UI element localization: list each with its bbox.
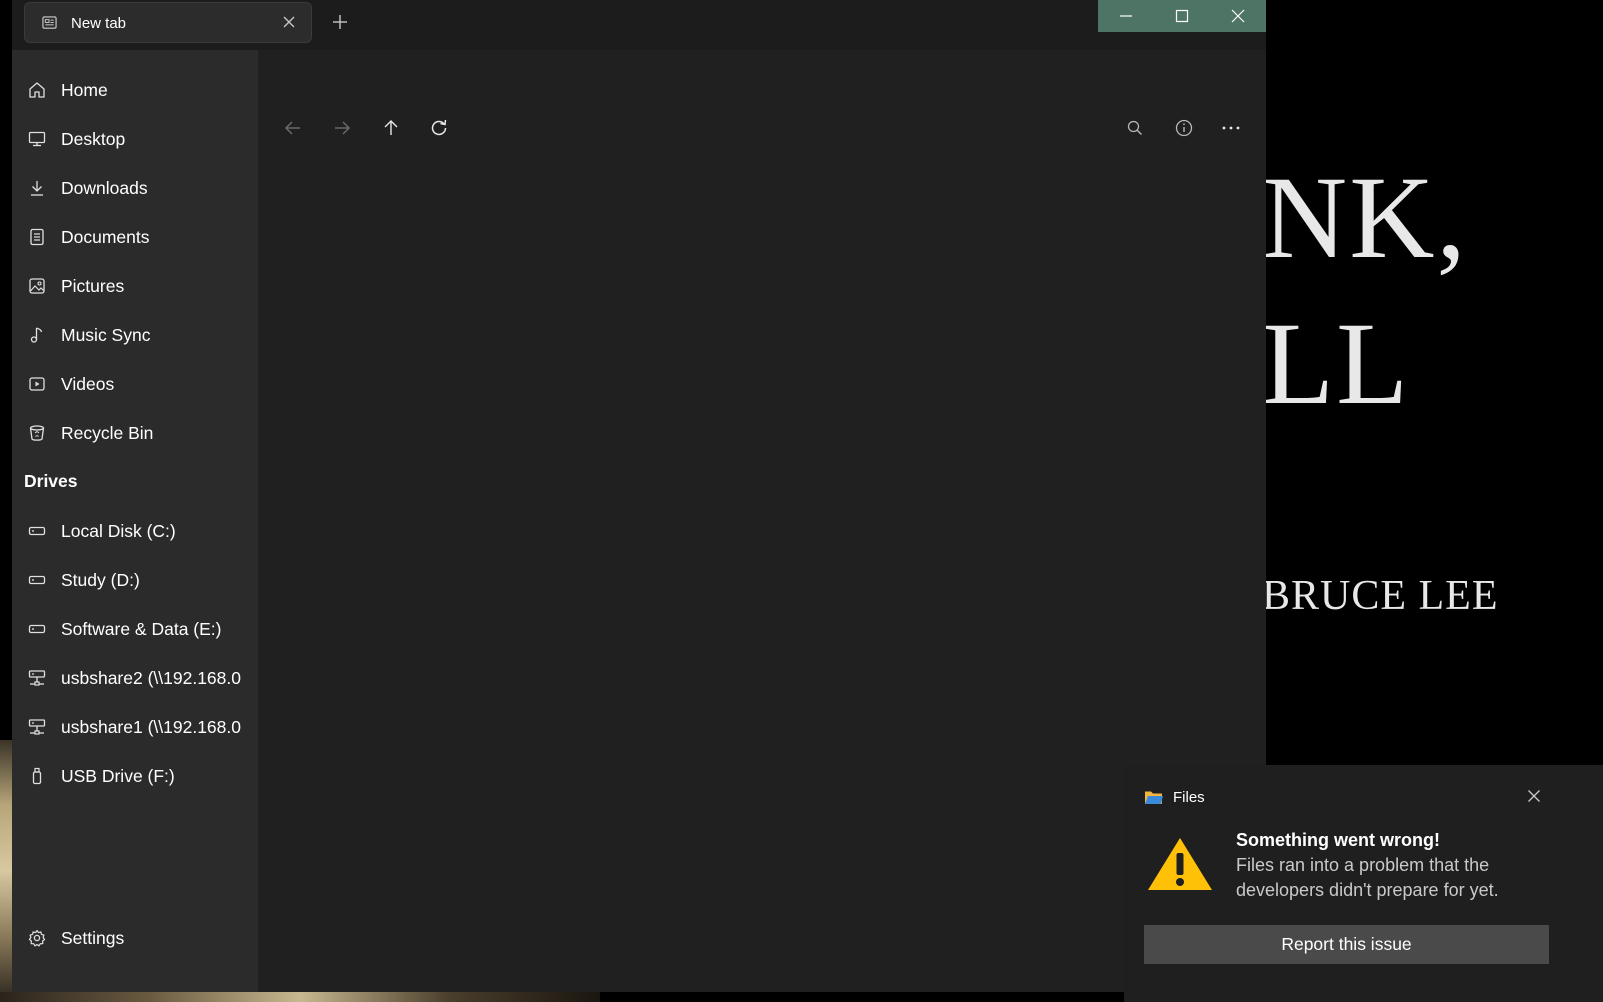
sidebar-item-documents[interactable]: Documents xyxy=(12,215,258,259)
sidebar-item-desktop[interactable]: Desktop xyxy=(12,117,258,161)
add-tab-icon[interactable] xyxy=(330,12,350,32)
up-arrow-icon[interactable] xyxy=(380,117,402,139)
sidebar-item-label: Downloads xyxy=(61,177,148,198)
tab-label: New tab xyxy=(71,15,127,32)
sidebar-item-pictures[interactable]: Pictures xyxy=(12,264,258,308)
drive-icon xyxy=(28,624,46,634)
sidebar-item-label: Home xyxy=(61,79,108,100)
close-icon xyxy=(1231,9,1245,23)
sidebar-item-software-data-e[interactable]: Software & Data (E:) xyxy=(12,607,258,651)
sidebar-item-usbshare1[interactable]: usbshare1 (\\192.168.0 xyxy=(12,705,258,749)
refresh-icon[interactable] xyxy=(428,117,450,139)
maximize-button[interactable] xyxy=(1154,0,1210,32)
back-arrow-icon[interactable] xyxy=(282,117,304,139)
sidebar-item-home[interactable]: Home xyxy=(12,68,258,112)
sidebar-item-label: Videos xyxy=(61,373,115,394)
sidebar-item-label: Software & Data (E:) xyxy=(61,618,222,639)
toast-message: Files ran into a problem that the develo… xyxy=(1236,855,1499,900)
warning-icon xyxy=(1148,838,1212,890)
search-icon[interactable] xyxy=(1124,117,1146,139)
sidebar-item-label: USB Drive (F:) xyxy=(61,765,175,786)
picture-icon xyxy=(29,278,45,294)
info-icon[interactable] xyxy=(1173,117,1195,139)
minimize-icon xyxy=(1120,15,1132,17)
music-note-icon xyxy=(30,327,43,343)
sidebar-item-usb-drive-f[interactable]: USB Drive (F:) xyxy=(12,754,258,798)
sidebar-item-recycle-bin[interactable]: Recycle Bin xyxy=(12,411,258,455)
document-icon xyxy=(30,228,44,246)
main-content xyxy=(258,50,1266,992)
sidebar: Home Desktop Downloads Documents Picture… xyxy=(12,50,258,992)
usb-drive-icon xyxy=(32,767,42,785)
folder-app-icon xyxy=(1145,791,1163,804)
sidebar-item-label: Documents xyxy=(61,226,150,247)
sidebar-item-label: Study (D:) xyxy=(61,569,140,590)
download-icon xyxy=(31,181,43,196)
recycle-bin-icon xyxy=(29,425,45,441)
tab-new-tab[interactable]: New tab xyxy=(24,2,312,43)
sidebar-item-study-d[interactable]: Study (D:) xyxy=(12,558,258,602)
gear-icon xyxy=(28,929,46,947)
more-options-icon[interactable] xyxy=(1220,117,1242,139)
error-toast-notification: Files Something went wrong! Files ran in… xyxy=(1124,765,1603,1002)
sidebar-item-downloads[interactable]: Downloads xyxy=(12,166,258,210)
drive-icon xyxy=(28,575,46,585)
sidebar-item-local-disk-c[interactable]: Local Disk (C:) xyxy=(12,509,258,553)
network-drive-icon xyxy=(28,719,46,735)
network-drive-icon xyxy=(28,670,46,686)
sidebar-item-settings[interactable]: Settings xyxy=(12,916,258,960)
forward-arrow-icon[interactable] xyxy=(331,117,353,139)
minimize-button[interactable] xyxy=(1098,0,1154,32)
sidebar-item-label: Settings xyxy=(61,927,125,948)
sidebar-item-label: usbshare1 (\\192.168.0 xyxy=(61,716,241,737)
sidebar-item-label: Recycle Bin xyxy=(61,422,154,443)
wallpaper-text-line2: LL xyxy=(1262,298,1411,429)
close-tab-icon[interactable] xyxy=(281,14,297,30)
report-issue-button[interactable]: Report this issue xyxy=(1144,925,1549,964)
files-app-window: New tab Home Desktop Downloads Documents… xyxy=(12,0,1266,992)
window-caption-buttons xyxy=(1098,0,1266,32)
wallpaper-text-line3: BRUCE LEE xyxy=(1262,573,1499,619)
title-bar: New tab xyxy=(12,0,1266,50)
sidebar-item-label: Pictures xyxy=(61,275,125,296)
sidebar-item-label: Desktop xyxy=(61,128,126,149)
wallpaper-text-line1: NK, xyxy=(1262,152,1468,283)
sidebar-item-label: Music Sync xyxy=(61,324,151,345)
wallpaper-photo-bottom xyxy=(0,992,600,1002)
close-icon[interactable] xyxy=(1527,789,1541,803)
close-window-button[interactable] xyxy=(1210,0,1266,32)
toast-app-name: Files xyxy=(1173,789,1205,806)
drive-icon xyxy=(28,526,46,536)
drives-section-header[interactable]: Drives xyxy=(24,471,78,492)
sidebar-item-usbshare2[interactable]: usbshare2 (\\192.168.0 xyxy=(12,656,258,700)
video-icon xyxy=(29,377,45,391)
sidebar-item-music-sync[interactable]: Music Sync xyxy=(12,313,258,357)
maximize-icon xyxy=(1175,9,1189,23)
tab-page-icon xyxy=(42,16,57,29)
sidebar-item-label: usbshare2 (\\192.168.0 xyxy=(61,667,241,688)
monitor-icon xyxy=(28,131,46,147)
sidebar-item-videos[interactable]: Videos xyxy=(12,362,258,406)
toast-title: Something went wrong! xyxy=(1236,830,1440,850)
sidebar-item-label: Local Disk (C:) xyxy=(61,520,176,541)
home-icon xyxy=(29,82,45,98)
